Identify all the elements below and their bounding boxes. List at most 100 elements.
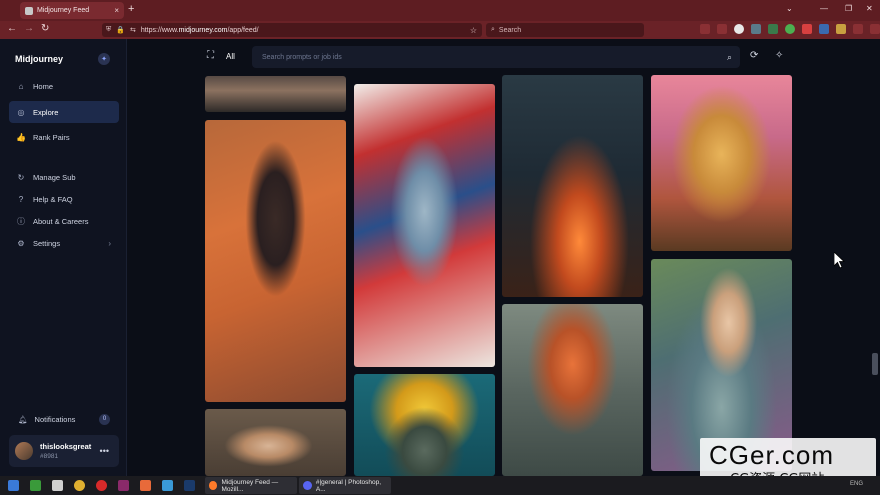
feed-image-woman-with-glasses[interactable] (205, 409, 346, 476)
extension-icon[interactable] (734, 24, 744, 34)
app-icon[interactable] (162, 480, 173, 491)
feed-image-witch-with-cat[interactable] (205, 120, 346, 402)
avatar (15, 442, 33, 460)
refresh-feed-icon[interactable]: ⟳ (750, 50, 758, 61)
address-bar[interactable]: ⛨ 🔒 ⇆ https://www. midjourney.com/app/fee… (102, 23, 482, 37)
info-icon: ⓘ (17, 216, 25, 226)
start-icon[interactable] (8, 480, 19, 491)
feed-image-hooded-figure[interactable] (502, 304, 643, 476)
permissions-icon[interactable]: ⇆ (130, 26, 136, 34)
browser-search-input[interactable]: ⌕ Search (486, 23, 644, 37)
taskbar-app-firefox[interactable]: Midjourney Feed — Mozill... (205, 477, 297, 494)
page-scrollbar-thumb[interactable] (872, 353, 878, 375)
extension-icon[interactable] (785, 24, 795, 34)
extension-icon[interactable] (836, 24, 846, 34)
taskbar-app-label: Midjourney Feed — Mozill... (221, 478, 279, 493)
chevron-right-icon: › (108, 238, 111, 248)
midjourney-app: Midjourney ✦ ⌂ Home ◎ Explore 👍 Rank Pai… (0, 39, 880, 476)
notifications-button[interactable]: 🔔︎ Notifications 0 (9, 409, 119, 429)
user-account-card[interactable]: thislooksgreat #8981 ••• (9, 435, 119, 467)
browser-nav-bar: ← → ↻ ⛨ 🔒 ⇆ https://www. midjourney.com/a… (0, 21, 880, 39)
back-arrow-icon[interactable]: ← (7, 23, 17, 34)
sidebar: Midjourney ✦ ⌂ Home ◎ Explore 👍 Rank Pai… (0, 39, 127, 476)
minimize-window-button[interactable]: — (820, 4, 828, 13)
sidebar-item-about[interactable]: ⓘ About & Careers (9, 210, 119, 232)
pocket-icon[interactable] (700, 24, 710, 34)
search-icon[interactable]: ⌕ (727, 52, 732, 63)
url-path: /app/feed/ (227, 26, 259, 34)
sidebar-item-explore[interactable]: ◎ Explore (9, 101, 119, 123)
sidebar-item-label: Manage Sub (33, 172, 76, 182)
more-options-icon[interactable]: ••• (100, 446, 109, 456)
gear-icon: ⚙ (17, 238, 25, 248)
os-taskbar: Midjourney Feed — Mozill... #|general | … (0, 476, 880, 495)
shield-icon[interactable]: ⛨ (106, 26, 111, 34)
feed-image-city-tram[interactable] (502, 75, 643, 297)
url-prefix: https://www. (140, 26, 179, 34)
sidebar-item-manage-sub[interactable]: ↻ Manage Sub (9, 166, 119, 188)
taskbar-app-label: #|general | Photoshop, A... (315, 478, 382, 493)
sidebar-item-help[interactable]: ? Help & FAQ (9, 188, 119, 210)
calculator-icon[interactable] (52, 480, 63, 491)
sidebar-item-label: Help & FAQ (33, 194, 73, 204)
hamburger-menu-icon[interactable] (870, 24, 880, 34)
new-tab-button[interactable]: + (128, 3, 134, 15)
extension-icon[interactable] (819, 24, 829, 34)
tab-list-dropdown-icon[interactable]: ⌄ (786, 4, 793, 13)
search-icon: ⌕ (491, 26, 495, 33)
opera-icon[interactable] (96, 480, 107, 491)
home-icon: ⌂ (18, 81, 24, 91)
browser-tab-title: Midjourney Feed (37, 7, 90, 14)
notifications-count-badge: 0 (99, 413, 110, 425)
browser-search-placeholder: Search (498, 26, 522, 34)
browser-tab-bar: Midjourney Feed × + ⌄ — ❐ ✕ (0, 0, 880, 21)
feed-image-city-street[interactable] (205, 76, 346, 112)
extensions-puzzle-icon[interactable] (853, 24, 863, 34)
downloads-icon[interactable] (717, 24, 727, 34)
extension-icon[interactable] (802, 24, 812, 34)
feed-image-fantasy-castle[interactable] (651, 75, 792, 251)
reload-icon[interactable]: ↻ (41, 23, 49, 34)
chrome-icon[interactable] (74, 480, 85, 491)
close-tab-icon[interactable]: × (114, 6, 119, 15)
forward-arrow-icon[interactable]: → (24, 23, 34, 34)
bell-icon: 🔔︎ (18, 414, 28, 424)
firefox-icon (209, 481, 218, 490)
brand-logo[interactable]: Midjourney (15, 54, 63, 64)
taskbar-app-discord[interactable]: #|general | Photoshop, A... (299, 477, 391, 494)
figma-icon[interactable] (140, 480, 151, 491)
sidebar-item-label: Rank Pairs (33, 132, 70, 142)
browser-tab[interactable]: Midjourney Feed × (20, 2, 124, 19)
sidebar-item-settings[interactable]: ⚙ Settings › (9, 232, 119, 254)
photoshop-icon[interactable] (184, 480, 195, 491)
prompt-search-input[interactable]: Search prompts or job ids ⌕ (252, 46, 740, 68)
bookmark-star-icon[interactable]: ☆ (470, 26, 477, 35)
filter-all-button[interactable]: All (226, 52, 235, 61)
magic-wand-icon[interactable]: ✧ (775, 50, 783, 61)
refresh-icon: ↻ (17, 172, 25, 182)
discord-icon (303, 481, 312, 490)
close-window-button[interactable]: ✕ (866, 4, 873, 13)
thumbs-up-icon: 👍 (16, 132, 26, 142)
feed-toolbar: ⛶ All Search prompts or job ids ⌕ ⟳ ✧ (200, 45, 790, 69)
adobe-xd-icon[interactable] (118, 480, 129, 491)
sidebar-item-label: About & Careers (33, 216, 89, 226)
help-icon: ? (18, 194, 24, 204)
sidebar-item-label: Home (33, 81, 54, 91)
feed-filter-icon[interactable]: ⛶ (207, 50, 214, 61)
extension-icon[interactable] (768, 24, 778, 34)
feed-image-painted-woman-red-hair[interactable] (354, 84, 495, 367)
lock-icon[interactable]: 🔒 (116, 26, 125, 34)
language-indicator[interactable]: ENG (850, 481, 863, 487)
excel-icon[interactable] (30, 480, 41, 491)
sidebar-item-rank-pairs[interactable]: 👍 Rank Pairs (9, 126, 119, 148)
sidebar-item-home[interactable]: ⌂ Home (9, 75, 119, 97)
notifications-label: Notifications (34, 414, 76, 424)
sidebar-item-label: Settings (33, 238, 61, 248)
extension-icon[interactable] (751, 24, 761, 34)
feed-image-alien-sunflower[interactable] (354, 374, 495, 476)
username: thislooksgreat (40, 442, 92, 451)
maximize-window-button[interactable]: ❐ (845, 4, 852, 13)
brand-menu-icon[interactable]: ✦ (98, 53, 110, 65)
extension-toolbar (700, 24, 880, 34)
